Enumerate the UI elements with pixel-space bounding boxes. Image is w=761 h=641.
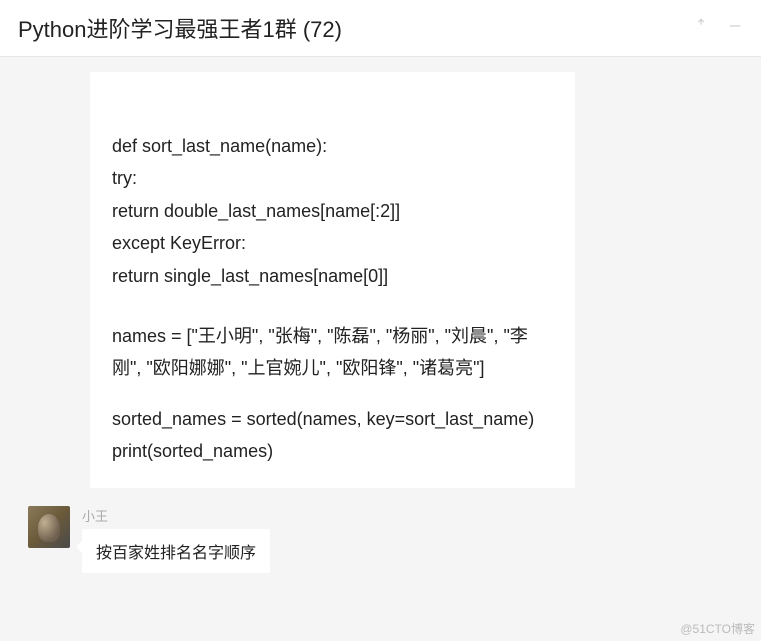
avatar[interactable] [28, 506, 70, 548]
code-line: names = ["王小明", "张梅", "陈磊", "杨丽", "刘晨", … [112, 320, 553, 385]
code-line: sorted_names = sorted(names, key=sort_la… [112, 403, 553, 435]
watermark: @51CTO博客 [680, 620, 755, 637]
sender-name: 小王 [82, 506, 270, 525]
cutoff-text: — — · · — · [112, 82, 553, 94]
header-actions [693, 18, 743, 39]
chat-title: Python进阶学习最强王者1群 (72) [18, 12, 342, 44]
code-line: except KeyError: [112, 227, 553, 259]
message-content: 小王 按百家姓排名名字顺序 [82, 506, 270, 573]
minus-icon[interactable] [727, 18, 743, 39]
code-line: print(sorted_names) [112, 435, 553, 467]
code-message-bubble: — — · · — · def sort_last_name(name): tr… [90, 72, 575, 488]
message-row: 小王 按百家姓排名名字顺序 [28, 506, 743, 573]
text-bubble: 按百家姓排名名字顺序 [82, 529, 270, 573]
chat-area: — — · · — · def sort_last_name(name): tr… [0, 72, 761, 573]
code-line: def sort_last_name(name): [112, 130, 553, 162]
pin-icon[interactable] [693, 18, 709, 39]
code-line: try: [112, 162, 553, 194]
code-line: return double_last_names[name[:2]] [112, 195, 553, 227]
code-line: return single_last_names[name[0]] [112, 260, 553, 292]
chat-header: Python进阶学习最强王者1群 (72) [0, 0, 761, 57]
